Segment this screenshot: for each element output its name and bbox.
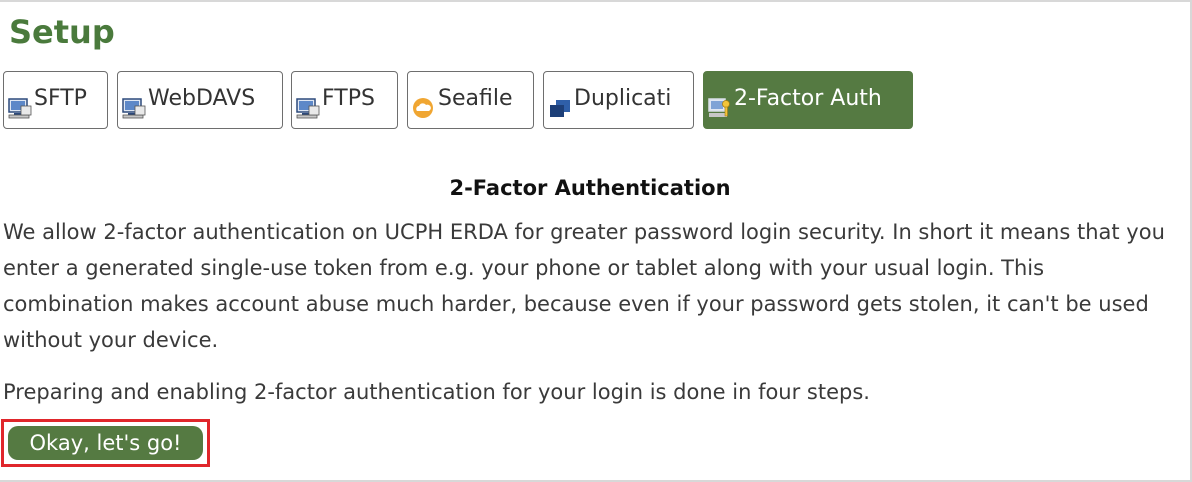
tab-ftps[interactable]: FTPS (291, 71, 398, 129)
tab-label: Seafile (438, 86, 513, 111)
tab-label: FTPS (322, 86, 375, 111)
duplicati-icon (547, 86, 573, 117)
computer-key-icon (707, 86, 733, 117)
tab-duplicati[interactable]: Duplicati (543, 71, 694, 129)
tab-label: SFTP (34, 86, 87, 111)
seafile-cloud-icon (411, 86, 437, 118)
tab-2-factor-auth[interactable]: 2-Factor Auth (703, 71, 913, 129)
computer-icon (7, 86, 33, 119)
go-button-highlight: Okay, let's go! (1, 419, 210, 467)
tab-label: Duplicati (574, 86, 672, 111)
section-title: 2-Factor Authentication (449, 176, 731, 200)
setup-page: Setup SFTP WebDAVS FTPS Seafile Duplicat… (0, 0, 1192, 482)
okay-lets-go-button[interactable]: Okay, let's go! (8, 426, 203, 460)
tab-seafile[interactable]: Seafile (407, 71, 534, 129)
intro-paragraph: We allow 2-factor authentication on UCPH… (3, 220, 1165, 352)
page-title: Setup (9, 13, 115, 51)
steps-note: Preparing and enabling 2-factor authenti… (3, 380, 870, 404)
tab-sftp[interactable]: SFTP (3, 71, 108, 129)
tab-label: 2-Factor Auth (734, 86, 882, 111)
computer-icon (295, 86, 321, 119)
tab-webdavs[interactable]: WebDAVS (117, 71, 283, 129)
computer-icon (121, 86, 147, 119)
tab-label: WebDAVS (148, 86, 256, 111)
